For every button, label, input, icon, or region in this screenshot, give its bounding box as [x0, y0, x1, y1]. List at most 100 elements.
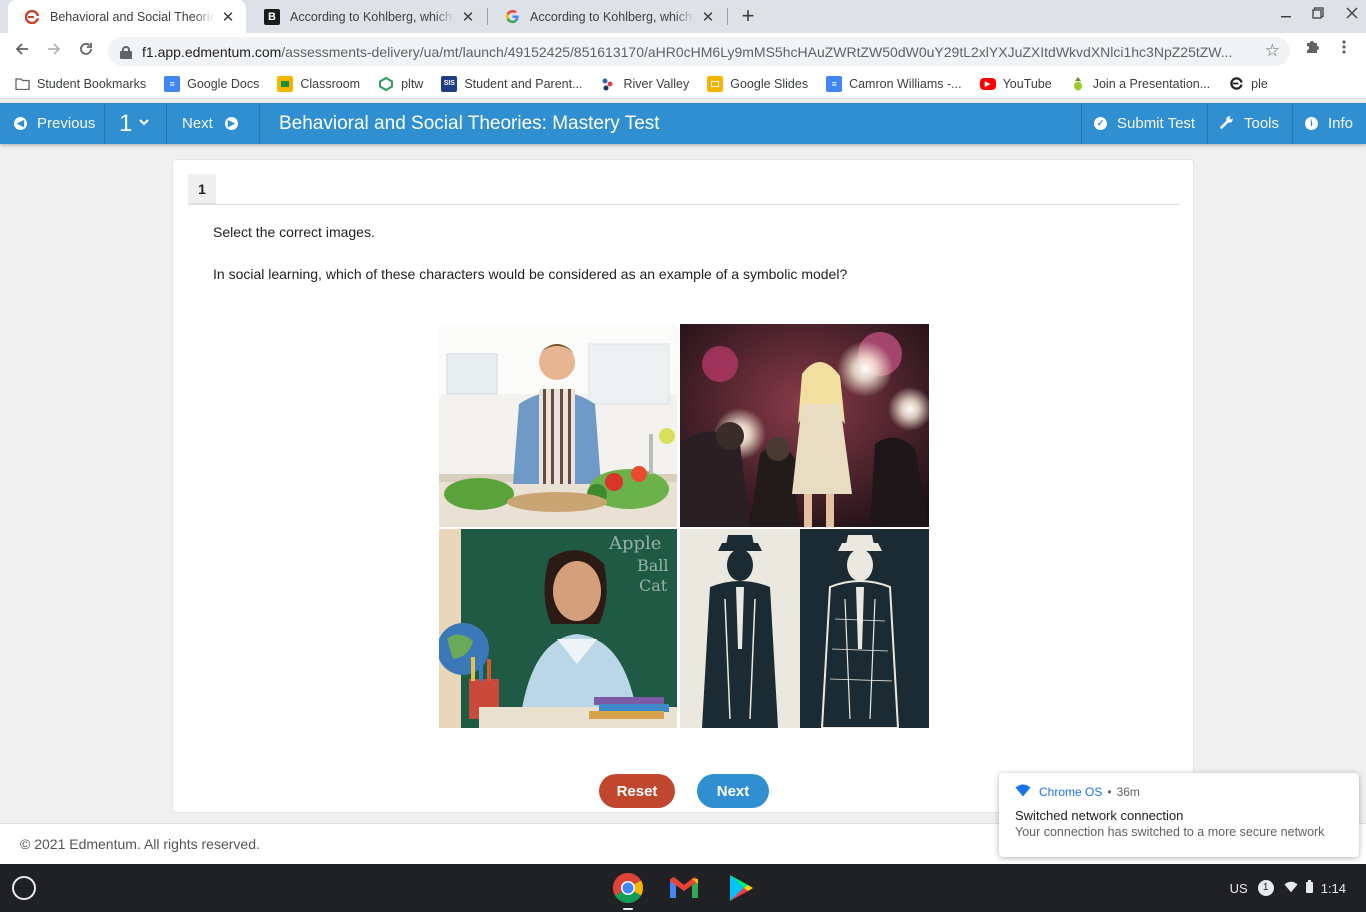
clock: 1:14 — [1320, 880, 1346, 896]
assessment-toolbar: ◀ Previous 1 Next ▶ Behavioral and Socia… — [0, 103, 1366, 144]
info-button[interactable]: i Info — [1305, 103, 1353, 144]
arrow-left-circle-icon: ◀ — [14, 117, 27, 130]
presentation-icon — [1070, 76, 1086, 92]
tools-button[interactable]: Tools — [1220, 103, 1279, 144]
celebrity-photographers-image[interactable] — [680, 324, 929, 527]
close-window-icon[interactable] — [1342, 6, 1362, 22]
pltw-icon — [378, 76, 394, 92]
bookmark-google-docs[interactable]: ≡ Google Docs — [164, 75, 259, 92]
bookmark-student-bookmarks[interactable]: Student Bookmarks — [14, 76, 146, 92]
folder-icon — [14, 76, 30, 92]
extensions-puzzle-icon[interactable] — [1300, 39, 1324, 63]
launcher-button[interactable] — [12, 876, 36, 900]
divider — [259, 103, 260, 144]
url-text: f1.app.edmentum.com/assessments-delivery… — [142, 43, 1233, 60]
maximize-icon[interactable] — [1308, 6, 1328, 22]
chevron-down-icon — [138, 115, 150, 132]
bookmark-pltw[interactable]: pltw — [378, 76, 423, 92]
gmail-app-icon[interactable] — [668, 872, 700, 904]
divider — [188, 204, 1180, 205]
bookmark-star-icon[interactable]: ☆ — [1265, 41, 1280, 61]
arrow-right-circle-icon: ▶ — [224, 117, 238, 130]
classroom-icon — [277, 75, 294, 92]
next-button[interactable]: Next — [697, 774, 769, 808]
tab-title: Behavioral and Social Theories: M — [50, 9, 214, 24]
wifi-icon — [1284, 881, 1298, 896]
question-instruction: Select the correct images. — [213, 224, 375, 240]
bookmarks-bar: Student Bookmarks ≡ Google Docs Classroo… — [0, 69, 1366, 99]
chrome-app-icon[interactable] — [612, 872, 644, 910]
notification-source: Chrome OS — [1039, 785, 1103, 799]
bookmark-google-slides[interactable]: Google Slides — [707, 75, 808, 92]
slides-icon — [707, 75, 724, 92]
question-text: In social learning, which of these chara… — [213, 266, 848, 282]
close-icon[interactable]: ✕ — [220, 8, 236, 26]
svg-text:Ball: Ball — [637, 556, 669, 575]
input-method: US — [1229, 880, 1248, 896]
close-icon[interactable]: ✕ — [700, 8, 716, 26]
browser-toolbar: f1.app.edmentum.com/assessments-delivery… — [0, 33, 1366, 69]
bookmark-camron-williams[interactable]: ≡ Camron Williams -... — [826, 75, 962, 92]
notification-time: 36m — [1116, 785, 1140, 799]
google-icon — [504, 9, 520, 25]
battery-icon — [1305, 880, 1313, 896]
notification-title: Switched network connection — [1015, 808, 1184, 823]
rivervalley-icon — [600, 76, 616, 92]
tab-brainly[interactable]: B According to Kohlberg, which sta ✕ — [248, 0, 486, 33]
notification-count-badge: 1 — [1257, 880, 1274, 896]
divider — [1292, 103, 1293, 144]
lock-icon — [120, 45, 132, 59]
svg-text:Cat: Cat — [639, 576, 668, 595]
reload-icon[interactable] — [74, 39, 98, 63]
status-tray[interactable]: US 1 1:14 — [1220, 874, 1356, 902]
tab-active[interactable]: Behavioral and Social Theories: M ✕ — [8, 0, 246, 33]
bookmark-classroom[interactable]: Classroom — [277, 75, 360, 92]
tab-google[interactable]: According to Kohlberg, which sta ✕ — [488, 0, 726, 33]
new-tab-button[interactable]: + — [736, 4, 760, 28]
bookmark-river-valley[interactable]: River Valley — [600, 76, 689, 92]
notification-header: Chrome OS • 36m — [1015, 784, 1140, 800]
bookmark-join-presentation[interactable]: Join a Presentation... — [1070, 76, 1210, 92]
bookmark-ple[interactable]: ple — [1228, 76, 1268, 92]
divider — [104, 103, 105, 144]
bookmark-student-parent[interactable]: SIS Student and Parent... — [441, 75, 582, 92]
tab-title: According to Kohlberg, which sta — [290, 9, 454, 24]
divider — [1207, 103, 1208, 144]
wifi-icon — [1015, 784, 1031, 800]
tab-divider — [727, 8, 728, 25]
edmentum-icon — [24, 9, 40, 25]
next-question-button[interactable]: Next ▶ — [182, 103, 248, 144]
youtube-icon: ▶ — [979, 77, 996, 90]
edmentum-icon — [1228, 76, 1244, 92]
check-circle-icon: ✓ — [1094, 117, 1107, 130]
address-bar[interactable]: f1.app.edmentum.com/assessments-delivery… — [108, 37, 1290, 66]
question-card: 1 Select the correct images. In social l… — [172, 159, 1194, 813]
page-title: Behavioral and Social Theories: Mastery … — [279, 113, 660, 134]
system-notification[interactable]: Chrome OS • 36m Switched network connect… — [999, 773, 1359, 857]
play-store-app-icon[interactable] — [724, 872, 756, 904]
submit-test-button[interactable]: ✓ Submit Test — [1094, 103, 1195, 144]
notification-body: Your connection has switched to a more s… — [1015, 825, 1325, 839]
docs-icon: ≡ — [164, 75, 181, 92]
back-arrow-icon[interactable] — [10, 39, 34, 63]
bookmark-youtube[interactable]: ▶ YouTube — [979, 77, 1052, 91]
copyright-text: © 2021 Edmentum. All rights reserved. — [20, 836, 260, 852]
teacher-image[interactable]: Apple Ball Cat — [439, 529, 677, 728]
minimize-icon[interactable] — [1276, 6, 1296, 22]
docs-icon: ≡ — [826, 75, 843, 92]
question-number-tab: 1 — [188, 174, 216, 204]
question-selector-dropdown[interactable]: 1 — [119, 103, 150, 144]
comic-character-image[interactable] — [680, 529, 929, 728]
forward-arrow-icon[interactable] — [42, 39, 66, 63]
close-icon[interactable]: ✕ — [460, 8, 476, 26]
man-cooking-image[interactable] — [439, 324, 677, 527]
tab-title: According to Kohlberg, which sta — [530, 9, 694, 24]
sis-icon: SIS — [441, 75, 458, 92]
menu-kebab-icon[interactable] — [1332, 39, 1356, 63]
reset-button[interactable]: Reset — [599, 774, 675, 808]
previous-button[interactable]: ◀ Previous — [14, 103, 95, 144]
chromeos-shelf: US 1 1:14 — [0, 864, 1366, 912]
wrench-icon — [1220, 115, 1234, 133]
divider — [1081, 103, 1082, 144]
info-circle-icon: i — [1305, 117, 1318, 130]
